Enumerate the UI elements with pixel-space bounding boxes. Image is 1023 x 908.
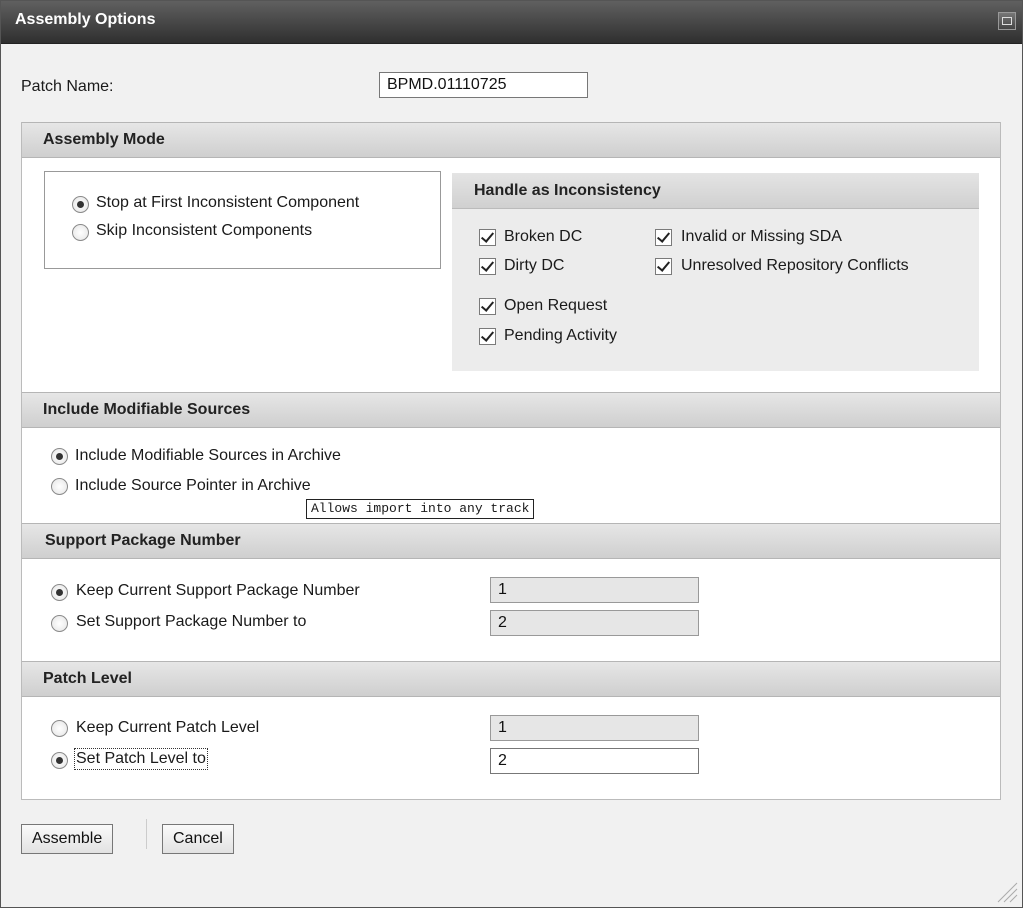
support-package-header: Support Package Number [22,523,1000,559]
include-source-pointer-label: Include Source Pointer in Archive [75,477,311,494]
radio-keep-support-package[interactable] [51,584,68,601]
open-request-label: Open Request [504,297,608,314]
radio-stop-first-inconsistent[interactable] [72,196,89,213]
button-separator [146,819,147,849]
radio-skip-inconsistent[interactable] [72,224,89,241]
handle-inconsistency-title: Handle as Inconsistency [474,182,661,199]
checkbox-invalid-missing-sda[interactable] [655,229,672,246]
broken-dc-label: Broken DC [504,228,583,245]
assembly-mode-title: Assembly Mode [43,131,165,148]
keep-support-package-label: Keep Current Support Package Number [76,582,360,599]
radio-set-patch-level[interactable] [51,752,68,769]
cancel-button[interactable]: Cancel [162,824,234,854]
patch-level-current-field: 1 [490,715,699,741]
assembly-mode-radio-box: Stop at First Inconsistent Component Ski… [44,171,441,269]
radio-keep-patch-level[interactable] [51,720,68,737]
assembly-options-dialog: Assembly Options Patch Name: BPMD.011107… [0,0,1023,908]
include-modifiable-sources-label: Include Modifiable Sources in Archive [75,447,341,464]
assemble-button[interactable]: Assemble [21,824,114,854]
set-patch-level-label: Set Patch Level to [74,748,208,770]
patch-level-group: Patch Level Keep Current Patch Level 1 S… [21,661,1001,800]
assembly-mode-group: Assembly Mode Stop at First Inconsistent… [21,122,1001,392]
title-bar: Assembly Options [1,1,1022,44]
window-restore-icon[interactable] [998,12,1016,30]
dirty-dc-label: Dirty DC [504,257,565,274]
stop-first-inconsistent-label: Stop at First Inconsistent Component [96,194,360,211]
checkbox-broken-dc[interactable] [479,229,496,246]
patch-level-title: Patch Level [43,670,132,687]
radio-set-support-package[interactable] [51,615,68,632]
unresolved-conflicts-label: Unresolved Repository Conflicts [681,257,909,274]
patch-level-header: Patch Level [22,661,1000,697]
checkbox-pending-activity[interactable] [479,328,496,345]
patch-name-label: Patch Name: [21,78,114,95]
set-support-package-label: Set Support Package Number to [76,613,307,630]
support-package-title: Support Package Number [45,532,241,549]
pending-activity-label: Pending Activity [504,327,617,344]
invalid-missing-sda-label: Invalid or Missing SDA [681,228,842,245]
radio-include-source-pointer[interactable] [51,478,68,495]
assembly-mode-header: Assembly Mode [22,122,1000,158]
support-package-group: Support Package Number Keep Current Supp… [21,523,1001,661]
patch-level-new-field[interactable]: 2 [490,748,699,774]
modifiable-sources-title: Include Modifiable Sources [43,401,251,418]
radio-include-modifiable-sources[interactable] [51,448,68,465]
support-package-current-field: 1 [490,577,699,603]
keep-patch-level-label: Keep Current Patch Level [76,719,260,736]
modifiable-sources-header: Include Modifiable Sources [22,392,1000,428]
handle-inconsistency-header: Handle as Inconsistency [452,173,979,209]
dialog-title: Assembly Options [15,11,156,28]
checkbox-dirty-dc[interactable] [479,258,496,275]
skip-inconsistent-label: Skip Inconsistent Components [96,222,313,239]
checkbox-open-request[interactable] [479,298,496,315]
checkbox-unresolved-conflicts[interactable] [655,258,672,275]
resize-grip-icon[interactable] [992,877,1018,903]
patch-name-field[interactable]: BPMD.01110725 [379,72,588,98]
support-package-new-field[interactable]: 2 [490,610,699,636]
handle-inconsistency-panel: Handle as Inconsistency Broken DC Invali… [452,173,979,371]
source-pointer-tooltip: Allows import into any track [306,499,535,519]
